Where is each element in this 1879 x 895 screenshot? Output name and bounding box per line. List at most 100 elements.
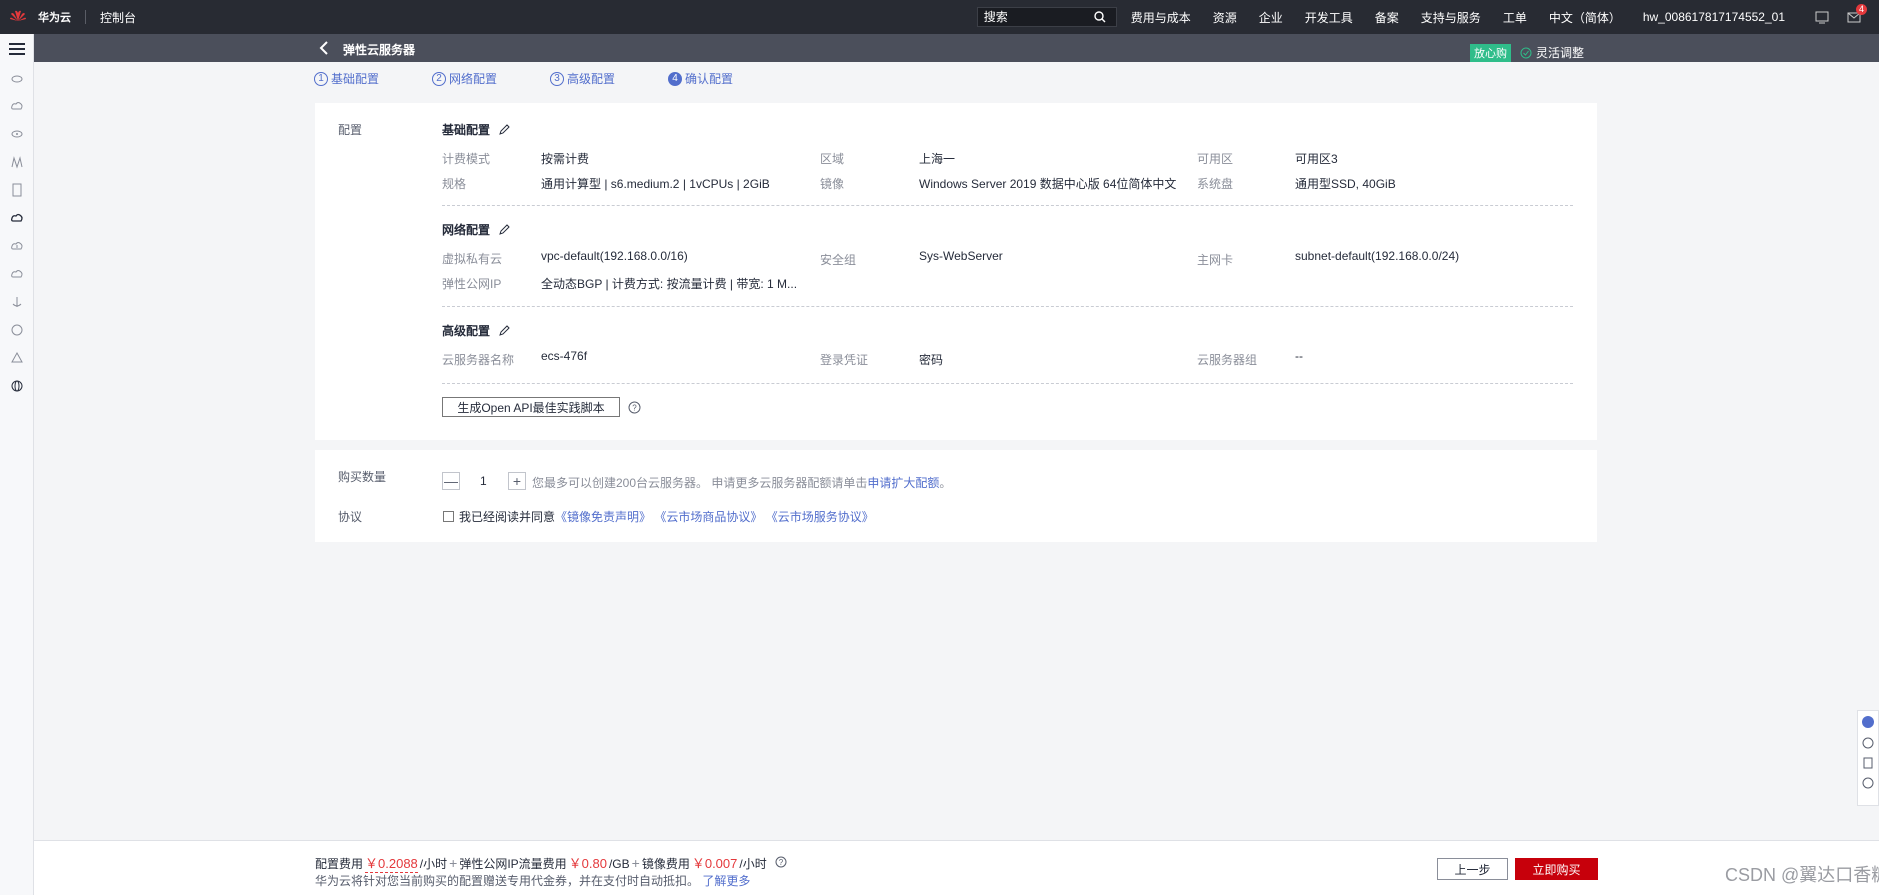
- image-label: 镜像: [820, 177, 845, 191]
- anxin-badge[interactable]: 放心购: [1470, 44, 1511, 62]
- monitor-icon[interactable]: [1815, 10, 1829, 24]
- login-credential-value: 密码: [919, 353, 944, 367]
- username[interactable]: hw_008617817174552_01: [1643, 10, 1785, 24]
- analytics-icon[interactable]: [0, 148, 34, 176]
- az-value: 可用区3: [1295, 152, 1338, 166]
- quantity-increase-button[interactable]: +: [508, 472, 526, 490]
- eip-fee-price: ￥0.80: [568, 856, 607, 871]
- learn-more-link[interactable]: 了解更多: [702, 874, 750, 888]
- image-fee-price: ￥0.007: [691, 856, 738, 871]
- menu-icon[interactable]: [0, 34, 34, 64]
- step-number: 2: [432, 71, 446, 86]
- eip-label: 弹性公网IP: [442, 277, 502, 291]
- image-value: Windows Server 2019 数据中心版 64位简体中文: [919, 177, 1177, 191]
- top-navbar: 华为云 控制台 费用与成本 资源 企业 开发工具 备案 支持与服务 工单 中文（…: [0, 0, 1879, 34]
- nav-devtools[interactable]: 开发工具: [1305, 9, 1353, 26]
- config-card: 配置 基础配置 计费模式 按需计费 区域 上海一 可用区 可用区3 规格 通用计…: [315, 103, 1597, 440]
- login-credential-label: 登录凭证: [820, 353, 869, 367]
- primary-nic-value: subnet-default(192.168.0.0/24): [1295, 249, 1460, 263]
- cloud-service-icon[interactable]: [0, 64, 34, 92]
- brand-name[interactable]: 华为云: [38, 9, 71, 25]
- search-box[interactable]: [976, 7, 1117, 27]
- az-label: 可用区: [1197, 152, 1234, 166]
- image-fee-label: 镜像费用: [641, 857, 690, 871]
- search-icon[interactable]: [1094, 11, 1106, 23]
- floating-toolbar: [1857, 710, 1879, 806]
- request-quota-link[interactable]: 申请扩大配额: [867, 476, 939, 490]
- huawei-logo-icon[interactable]: [8, 7, 28, 27]
- fee-help-icon[interactable]: ?: [775, 856, 787, 871]
- nav-tickets[interactable]: 工单: [1503, 9, 1527, 26]
- edit-icon[interactable]: [498, 123, 510, 136]
- step-confirm[interactable]: 4 确认配置: [668, 70, 733, 87]
- nav-enterprise[interactable]: 企业: [1259, 9, 1283, 26]
- config-fee-price[interactable]: ￥0.2088: [365, 853, 418, 873]
- plus-icon: +: [449, 855, 458, 871]
- flex-adjust-link[interactable]: 灵活调整: [1520, 44, 1584, 61]
- system-disk-label: 系统盘: [1197, 177, 1234, 191]
- network-config-section: 网络配置: [442, 221, 510, 238]
- billing-mode-label: 计费模式: [442, 152, 491, 166]
- divider: [442, 306, 1573, 307]
- voucher-note-text: 华为云将针对您当前购买的配置赠送专用代金券，并在支付时自动抵扣。: [315, 874, 700, 888]
- storage-icon[interactable]: [0, 120, 34, 148]
- server-name-value: ecs-476f: [541, 349, 588, 363]
- help-icon[interactable]: ?: [628, 401, 641, 417]
- feedback-icon[interactable]: [1862, 757, 1874, 769]
- cloud-download-icon[interactable]: [0, 232, 34, 260]
- document-icon[interactable]: [0, 176, 34, 204]
- security-icon[interactable]: [0, 344, 34, 372]
- quantity-value[interactable]: 1: [480, 474, 487, 488]
- anchor-icon[interactable]: [0, 288, 34, 316]
- vpc-value: vpc-default(192.168.0.0/16): [541, 249, 688, 263]
- spec-value: 通用计算型 | s6.medium.2 | 1vCPUs | 2GiB: [541, 177, 770, 191]
- eip-fee-label: 弹性公网IP流量费用: [459, 857, 567, 871]
- previous-button[interactable]: 上一步: [1437, 858, 1508, 880]
- agreement-text: 我已经阅读并同意《镜像免责声明》 《云市场商品协议》 《云市场服务协议》: [459, 508, 874, 525]
- agreement-checkbox[interactable]: [443, 511, 454, 522]
- step-network[interactable]: 2 网络配置: [432, 70, 550, 87]
- globe-icon[interactable]: [0, 372, 34, 400]
- page-title: 弹性云服务器: [343, 43, 416, 57]
- search-input[interactable]: [983, 10, 1094, 24]
- step-label: 高级配置: [567, 72, 616, 86]
- price-footer: 配置费用 ￥0.2088 /小时 + 弹性公网IP流量费用 ￥0.80 /GB …: [34, 840, 1879, 895]
- nav-resources[interactable]: 资源: [1213, 9, 1237, 26]
- step-advanced[interactable]: 3 高级配置: [550, 70, 668, 87]
- edit-icon[interactable]: [498, 223, 510, 236]
- language-selector[interactable]: 中文（简体）: [1549, 9, 1621, 26]
- cloud-icon[interactable]: [0, 92, 34, 120]
- notice-badge: 4: [1855, 4, 1867, 15]
- marketplace-service-agreement-link[interactable]: 《云市场服务协议》: [766, 510, 874, 524]
- section-title: 高级配置: [442, 324, 491, 338]
- divider: [85, 10, 86, 24]
- cloud-backup-icon[interactable]: [0, 260, 34, 288]
- marketplace-product-agreement-link[interactable]: 《云市场商品协议》: [654, 510, 762, 524]
- back-arrow-icon[interactable]: [319, 41, 329, 58]
- quantity-decrease-button[interactable]: —: [442, 472, 460, 490]
- step-basic[interactable]: 1 基础配置: [314, 70, 432, 87]
- advanced-config-section: 高级配置: [442, 322, 510, 339]
- page-header: 弹性云服务器 放心购 灵活调整: [34, 34, 1879, 62]
- console-link[interactable]: 控制台: [100, 9, 136, 26]
- help-circle-icon[interactable]: [0, 316, 34, 344]
- nav-support[interactable]: 支持与服务: [1421, 9, 1481, 26]
- help-icon[interactable]: [1862, 737, 1874, 749]
- message-icon[interactable]: 4: [1847, 4, 1867, 24]
- config-fee-unit: /小时: [419, 857, 448, 871]
- nav-cost[interactable]: 费用与成本: [1131, 9, 1191, 26]
- ecs-cloud-icon[interactable]: [0, 204, 34, 232]
- image-disclaimer-link[interactable]: 《镜像免责声明》: [555, 510, 651, 524]
- customer-service-icon[interactable]: [1861, 715, 1875, 729]
- basic-config-section: 基础配置: [442, 121, 510, 138]
- spec-label: 规格: [442, 177, 467, 191]
- server-group-value: --: [1295, 349, 1303, 363]
- billing-mode-value: 按需计费: [541, 152, 590, 166]
- edit-icon[interactable]: [498, 324, 510, 337]
- generate-api-script-button[interactable]: 生成Open API最佳实践脚本: [442, 397, 620, 417]
- nav-filing[interactable]: 备案: [1375, 9, 1399, 26]
- eip-value: 全动态BGP | 计费方式: 按流量计费 | 带宽: 1 M...: [541, 277, 798, 291]
- smile-icon[interactable]: [1862, 777, 1874, 789]
- buy-now-button[interactable]: 立即购买: [1515, 858, 1598, 880]
- step-number: 3: [550, 71, 564, 86]
